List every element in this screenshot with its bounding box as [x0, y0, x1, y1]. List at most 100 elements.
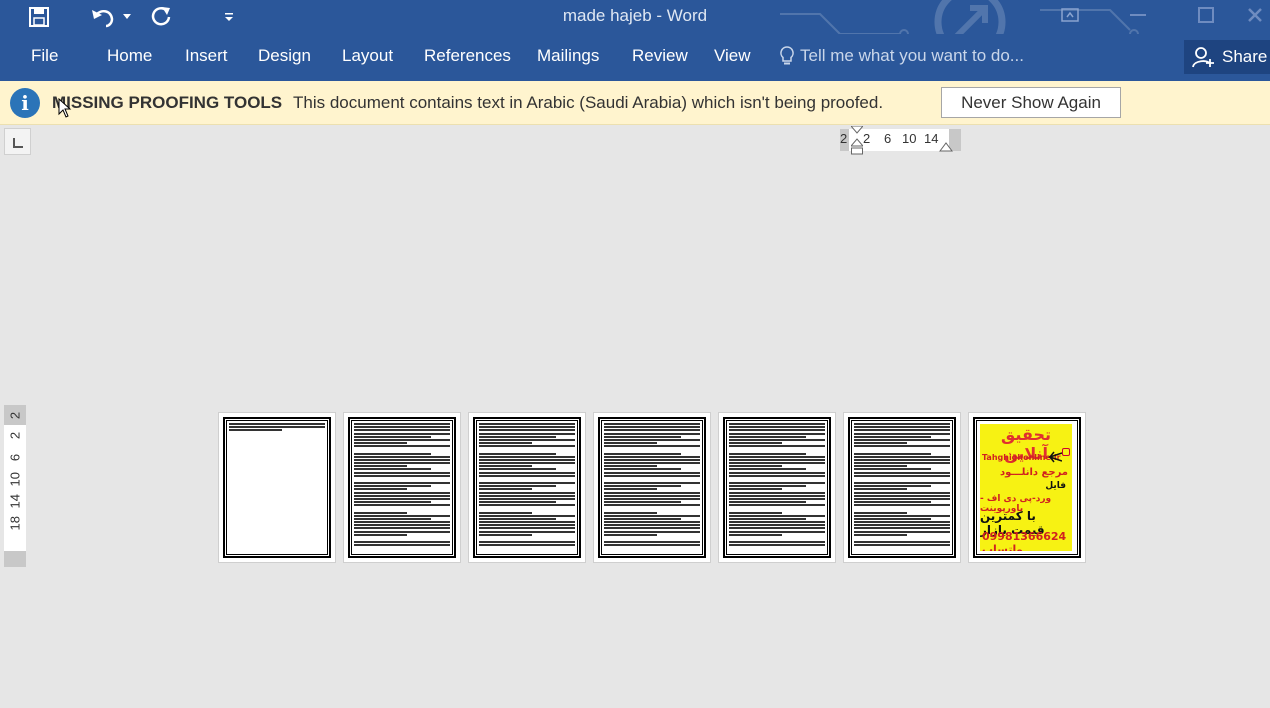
- text-line: [729, 458, 825, 461]
- text-line: [604, 482, 700, 484]
- text-line: [354, 452, 431, 455]
- text-line: [479, 533, 532, 536]
- text-line: [354, 435, 431, 438]
- text-line: [479, 544, 575, 547]
- tab-home[interactable]: Home: [107, 46, 152, 66]
- maximize-button[interactable]: [1172, 0, 1240, 30]
- never-show-again-button[interactable]: Never Show Again: [941, 87, 1121, 118]
- ribbon-display-options-button[interactable]: [1036, 0, 1104, 30]
- text-line: [854, 468, 931, 471]
- tab-review[interactable]: Review: [632, 46, 688, 66]
- text-line: [854, 465, 907, 468]
- text-line: [354, 442, 407, 445]
- tab-insert[interactable]: Insert: [185, 46, 228, 66]
- text-line: [479, 491, 575, 494]
- indent-marker-icon[interactable]: [851, 126, 863, 156]
- text-line: [479, 474, 575, 477]
- text-line: [479, 442, 532, 445]
- text-line: [479, 462, 575, 465]
- tab-layout[interactable]: Layout: [342, 46, 393, 66]
- share-person-icon: [1192, 47, 1214, 68]
- text-line: [604, 485, 681, 488]
- text-line: [479, 465, 532, 468]
- text-line: [604, 524, 700, 527]
- text-line: [729, 462, 825, 465]
- document-page[interactable]: [593, 412, 711, 563]
- minimize-button[interactable]: [1104, 0, 1172, 30]
- text-line: [604, 533, 657, 536]
- text-line: [354, 524, 450, 527]
- text-line: [604, 504, 700, 507]
- ruler-tick: 6: [884, 131, 892, 146]
- text-line: [854, 474, 950, 477]
- text-line: [854, 524, 950, 527]
- text-line: [354, 501, 431, 504]
- text-line: [854, 455, 950, 458]
- text-line: [479, 429, 575, 432]
- text-line: [479, 541, 575, 543]
- text-line: [604, 530, 700, 533]
- text-line: [604, 471, 700, 474]
- text-line: [604, 458, 700, 461]
- tab-mailings[interactable]: Mailings: [537, 46, 599, 66]
- document-page[interactable]: [718, 412, 836, 563]
- right-indent-marker-icon[interactable]: [939, 139, 953, 153]
- tab-file[interactable]: File: [31, 46, 58, 66]
- message-bar: i MISSING PROOFING TOOLS This document c…: [0, 81, 1270, 125]
- ad-phone: 09981366624 واتساپ: [982, 530, 1067, 551]
- tab-view[interactable]: View: [714, 46, 751, 66]
- text-line: [354, 482, 450, 484]
- ruler-tick: 2: [840, 131, 848, 146]
- document-page-advertisement[interactable]: تحقیق آنلاین Tahghighonline.ir مرجع دانل…: [968, 412, 1086, 563]
- text-line: [354, 465, 407, 468]
- text-line: [354, 462, 450, 465]
- text-line: [479, 501, 556, 504]
- close-button[interactable]: [1240, 0, 1270, 30]
- tab-references[interactable]: References: [424, 46, 511, 66]
- document-page[interactable]: [468, 412, 586, 563]
- document-page[interactable]: [218, 412, 336, 563]
- text-line: [854, 514, 950, 517]
- ad-line: فایل: [1045, 481, 1066, 491]
- text-line: [604, 521, 700, 524]
- tell-me-search[interactable]: Tell me what you want to do...: [780, 46, 1024, 66]
- tab-selector[interactable]: [4, 128, 31, 155]
- text-line: [604, 438, 700, 441]
- text-line: [604, 517, 681, 520]
- page-text-lines: [229, 423, 325, 550]
- text-line: [854, 544, 950, 547]
- text-line: [729, 530, 825, 533]
- document-page[interactable]: [343, 412, 461, 563]
- text-line: [729, 488, 782, 491]
- text-line: [604, 462, 700, 465]
- text-line: [854, 488, 907, 491]
- text-line: [354, 474, 450, 477]
- text-line: [854, 517, 931, 520]
- advertisement-image: تحقیق آنلاین Tahghighonline.ir مرجع دانل…: [980, 424, 1072, 551]
- text-line: [604, 432, 700, 435]
- text-line: [354, 541, 450, 543]
- lightbulb-icon: [780, 46, 794, 65]
- minimize-icon: [1130, 14, 1146, 16]
- share-button[interactable]: Share: [1184, 40, 1270, 74]
- text-line: [729, 491, 825, 494]
- text-line: [604, 488, 657, 491]
- vertical-ruler[interactable]: 2 2 6 10 14 18: [4, 405, 26, 567]
- text-line: [854, 521, 950, 524]
- text-line: [604, 541, 700, 543]
- ribbon-display-options-icon: [1061, 8, 1079, 22]
- page-text-lines: [479, 423, 575, 550]
- document-page[interactable]: [843, 412, 961, 563]
- text-line: [229, 429, 282, 432]
- text-line: [729, 468, 806, 471]
- text-line: [854, 482, 950, 484]
- info-icon: i: [10, 88, 40, 118]
- text-line: [604, 429, 700, 432]
- text-line: [854, 504, 950, 507]
- ruler-tick: 10: [902, 131, 917, 146]
- text-line: [729, 497, 825, 500]
- horizontal-ruler[interactable]: 2 2 6 10 14: [840, 126, 961, 155]
- tab-design[interactable]: Design: [258, 46, 311, 66]
- text-line: [604, 527, 700, 530]
- text-line: [854, 533, 907, 536]
